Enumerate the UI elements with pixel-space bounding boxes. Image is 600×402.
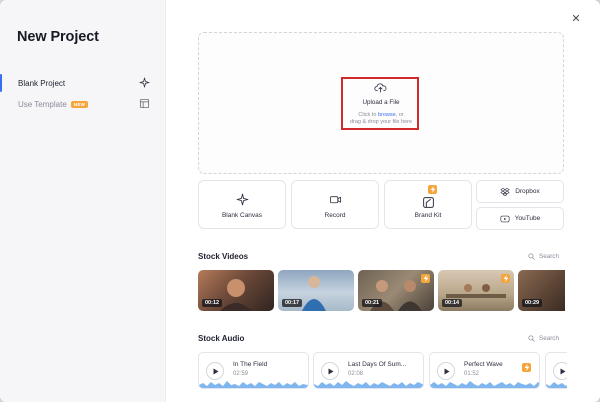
audio-duration: 02:59 xyxy=(233,371,249,377)
youtube-button[interactable]: YouTube xyxy=(476,207,564,230)
dropbox-icon xyxy=(500,187,510,196)
stock-audio-card[interactable]: Perfect Wave 01:52 xyxy=(429,352,540,389)
search-label: Search xyxy=(539,253,559,260)
stock-audio-card[interactable]: Last Days Of Sum... 02:08 xyxy=(313,352,424,389)
sidebar-item-label: Use Template xyxy=(18,99,67,109)
sparkle-icon xyxy=(139,77,150,88)
template-icon xyxy=(139,98,150,109)
play-button[interactable] xyxy=(437,362,455,380)
new-project-dialog: New Project Blank Project Use Template N… xyxy=(0,0,600,402)
upload-title: Upload a File xyxy=(362,99,400,106)
premium-bolt-icon xyxy=(421,274,430,283)
stock-videos-search[interactable]: Search xyxy=(528,253,559,260)
brand-kit-label: Brand Kit xyxy=(414,212,442,219)
sidebar-item-label: Blank Project xyxy=(18,78,66,88)
audio-name: Last Days Of Sum... xyxy=(348,361,407,368)
close-icon[interactable] xyxy=(569,11,583,25)
youtube-icon xyxy=(500,215,510,222)
video-duration: 00:29 xyxy=(522,299,543,307)
video-duration: 00:17 xyxy=(282,299,303,307)
video-camera-icon xyxy=(329,196,341,204)
upload-hint-suffix: , or xyxy=(395,112,404,118)
play-icon xyxy=(213,368,219,375)
stock-audio-card[interactable] xyxy=(545,352,567,389)
audio-name: In The Field xyxy=(233,361,268,368)
video-duration: 00:21 xyxy=(362,299,383,307)
brand-kit-button[interactable]: Brand Kit xyxy=(384,180,472,229)
browse-link[interactable]: browse xyxy=(378,112,396,118)
stock-audio-card[interactable]: In The Field 02:59 xyxy=(198,352,309,389)
stock-audio-search[interactable]: Search xyxy=(528,335,559,342)
play-button[interactable] xyxy=(206,362,224,380)
premium-bolt-icon xyxy=(428,185,437,194)
new-badge: NEW xyxy=(70,100,89,108)
video-duration: 00:14 xyxy=(442,299,463,307)
sparkle-icon xyxy=(236,193,248,206)
sidebar-item-blank-project[interactable]: Blank Project xyxy=(0,72,166,94)
search-icon xyxy=(528,335,535,342)
record-label: Record xyxy=(324,212,346,219)
waveform xyxy=(314,381,423,388)
cloud-upload-icon xyxy=(374,83,387,93)
record-button[interactable]: Record xyxy=(291,180,379,229)
dropbox-label: Dropbox xyxy=(515,188,540,195)
audio-duration: 01:52 xyxy=(464,371,480,377)
waveform xyxy=(546,382,567,388)
play-button[interactable] xyxy=(553,362,567,380)
sidebar-item-use-template[interactable]: Use Template NEW xyxy=(0,93,166,115)
sidebar: New Project Blank Project Use Template N… xyxy=(0,0,166,402)
waveform xyxy=(430,381,539,388)
brand-kit-icon xyxy=(422,197,434,208)
play-button[interactable] xyxy=(321,362,339,380)
stock-videos-title: Stock Videos xyxy=(198,252,249,261)
upload-hint: Click to browse, or xyxy=(330,112,432,118)
stock-audio-title: Stock Audio xyxy=(198,334,245,343)
search-label: Search xyxy=(539,335,559,342)
audio-duration: 02:08 xyxy=(348,371,364,377)
play-icon xyxy=(560,368,566,375)
youtube-label: YouTube xyxy=(514,215,541,222)
premium-bolt-icon xyxy=(522,363,531,372)
audio-name: Perfect Wave xyxy=(464,361,503,368)
search-icon xyxy=(528,253,535,260)
upload-hint-line2: drag & drop your file here xyxy=(349,119,413,125)
dialog-title: New Project xyxy=(17,29,99,45)
premium-bolt-icon xyxy=(501,274,510,283)
upload-hint-prefix: Click to xyxy=(358,112,378,118)
dropbox-button[interactable]: Dropbox xyxy=(476,180,564,203)
play-icon xyxy=(444,368,450,375)
stock-video-thumb[interactable]: 00:29 xyxy=(518,270,565,311)
stock-video-thumb[interactable]: 00:14 xyxy=(438,270,514,311)
blank-canvas-label: Blank Canvas xyxy=(221,212,263,219)
stock-video-thumb[interactable]: 00:17 xyxy=(278,270,354,311)
blank-canvas-button[interactable]: Blank Canvas xyxy=(198,180,286,229)
stock-video-thumb[interactable]: 00:12 xyxy=(198,270,274,311)
play-icon xyxy=(328,368,334,375)
video-duration: 00:12 xyxy=(202,299,223,307)
stock-video-thumb[interactable]: 00:21 xyxy=(358,270,434,311)
waveform xyxy=(199,381,308,388)
